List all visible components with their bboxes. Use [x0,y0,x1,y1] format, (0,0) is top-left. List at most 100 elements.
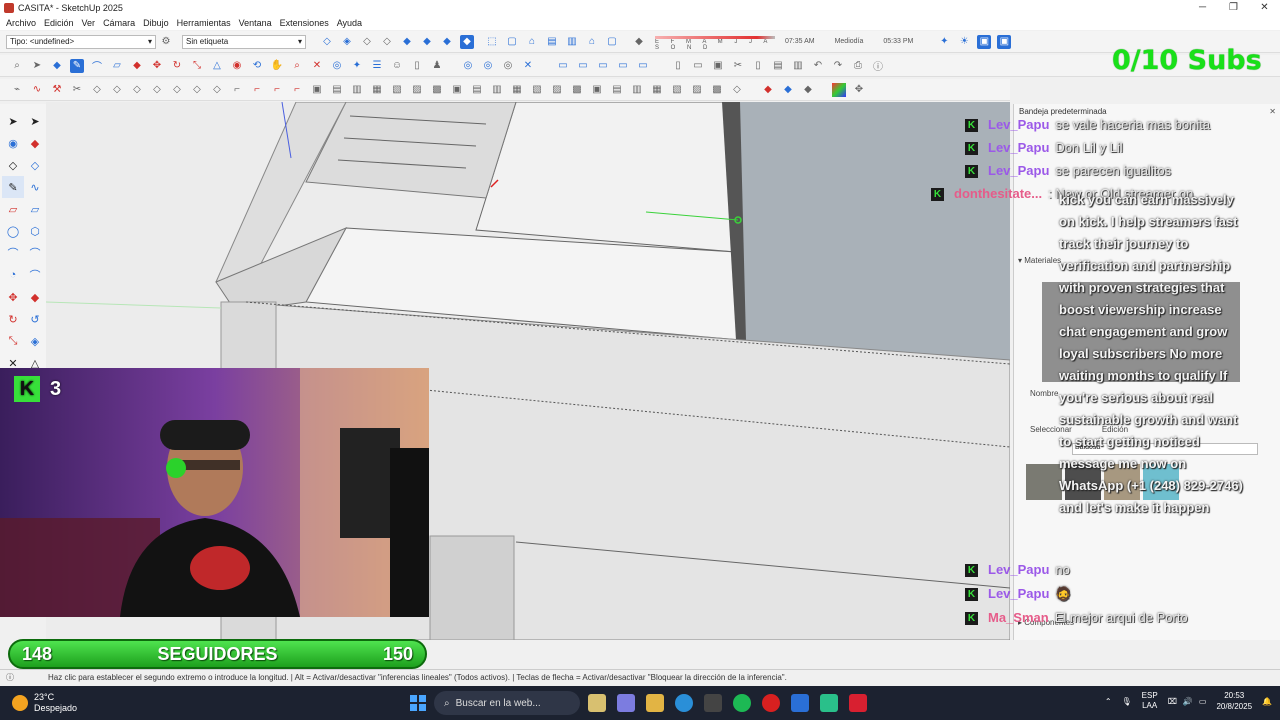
type-select[interactable]: Tipo: <undefined> ▾ [6,34,156,49]
select-icon[interactable]: ➤ [30,59,44,73]
rotated-rect-tool-icon[interactable]: ▱ [24,198,46,220]
volume-icon[interactable]: 🔊 [1183,697,1193,706]
rectangle-tool-icon[interactable]: ▱ [2,198,24,220]
copy4-icon[interactable]: ▭ [616,59,630,73]
chat-app-icon[interactable] [820,694,838,712]
warehouse-icon[interactable]: ◎ [330,59,344,73]
paint-tool-icon[interactable]: ◉ [2,132,24,154]
adobe-icon[interactable] [849,694,867,712]
offset-tool-icon[interactable]: ◈ [24,330,46,352]
folder-icon[interactable] [646,694,664,712]
save-icon[interactable]: ▣ [711,59,725,73]
gear-icon[interactable]: ✦ [937,35,951,49]
swatch-1[interactable] [1026,464,1062,500]
sketchup-icon[interactable] [791,694,809,712]
arc3-tool-icon[interactable]: ⌒ [24,264,46,286]
maximize-icon[interactable]: ❐ [1218,0,1249,15]
shaded-textures-icon[interactable]: ◆ [420,35,434,49]
entity-info-icon[interactable]: ⚙ [159,35,173,49]
rotate-tool-icon[interactable]: ↻ [2,308,24,330]
tool-21-icon[interactable]: ▨ [410,83,424,97]
color-palette-icon[interactable] [832,82,846,97]
paste-icon[interactable]: ▤ [771,59,785,73]
left-view-icon[interactable]: ⌂ [585,35,599,49]
new-file-icon[interactable]: ▯ [410,59,424,73]
polygon-tool-icon[interactable]: ⬡ [24,220,46,242]
style-selected-icon[interactable]: ◆ [460,34,474,49]
arc-icon[interactable]: ⌒ [90,59,104,73]
ruby-red-icon[interactable]: ◆ [761,83,775,97]
menu-ver[interactable]: Ver [82,18,96,28]
menu-dibujo[interactable]: Dibujo [143,18,169,28]
notification-icon[interactable]: 🔔 [1262,697,1272,706]
rotate-icon[interactable]: ↻ [170,59,184,73]
pushpull-tool-icon[interactable]: ◆ [24,286,46,308]
circle-tool-icon[interactable]: ◯ [2,220,24,242]
tool-10-icon[interactable]: ◇ [190,83,204,97]
arc-tool-icon[interactable]: ⌒ [2,242,24,264]
tool-19-icon[interactable]: ▦ [370,83,384,97]
tool-12-icon[interactable]: ⌐ [230,83,244,97]
shadow-month-slider[interactable]: E F M A M J J A S O N D [655,32,775,52]
user-icon[interactable]: ☺ [390,59,404,73]
curve-tool-icon[interactable]: ∿ [30,83,44,97]
menu-extensiones[interactable]: Extensiones [280,18,329,28]
tool-8-icon[interactable]: ◇ [150,83,164,97]
tool-15-icon[interactable]: ⌐ [290,83,304,97]
outliner-icon[interactable]: ☰ [370,59,384,73]
tag-select[interactable]: Sin etiqueta ▾ [182,34,306,49]
tool-16-icon[interactable]: ▣ [310,83,324,97]
sun-icon[interactable]: ☀ [957,35,971,49]
cut-icon[interactable]: ✂ [731,59,745,73]
tool-24-icon[interactable]: ▤ [470,83,484,97]
back-edges-icon[interactable]: ◈ [340,35,354,49]
shaded-icon[interactable]: ◆ [400,35,414,49]
tool-29-icon[interactable]: ▩ [570,83,584,97]
tool-26-icon[interactable]: ▦ [510,83,524,97]
weather-widget[interactable]: 23°C Despejado [12,692,77,714]
redo-icon[interactable]: ↷ [831,59,845,73]
solid-trim-icon[interactable]: ✕ [521,59,535,73]
tool-7-icon[interactable]: ◇ [130,83,144,97]
top-view-icon[interactable]: ▢ [505,35,519,49]
bucket-tool-icon[interactable]: ◇ [2,154,24,176]
tool-4-icon[interactable]: ✂ [70,83,84,97]
tool-22-icon[interactable]: ▩ [430,83,444,97]
xray-icon[interactable]: ◇ [320,35,334,49]
ruby-blue-icon[interactable]: ◆ [781,83,795,97]
rubber-tool-icon[interactable]: ◇ [24,154,46,176]
extension-b-icon[interactable]: ▣ [997,34,1012,49]
copy-file-icon[interactable]: ▯ [751,59,765,73]
rectangle-icon[interactable]: ▱ [110,59,124,73]
pencil-icon[interactable]: ✎ [70,58,84,73]
edge-icon[interactable] [675,694,693,712]
menu-herramientas[interactable]: Herramientas [177,18,231,28]
tool-34-icon[interactable]: ▧ [670,83,684,97]
network-icon[interactable]: ⌧ [1168,697,1177,706]
copy5-icon[interactable]: ▭ [636,59,650,73]
file-explorer-icon[interactable] [588,694,606,712]
monochrome-icon[interactable]: ◆ [440,35,454,49]
move-icon[interactable]: ✥ [150,59,164,73]
print-icon[interactable]: ⎙ [851,59,865,73]
pencil-tool-icon[interactable]: ✎ [2,176,24,198]
undo-icon[interactable]: ↶ [811,59,825,73]
tool-20-icon[interactable]: ▧ [390,83,404,97]
tool-30-icon[interactable]: ▣ [590,83,604,97]
delete-icon[interactable]: ▥ [791,59,805,73]
shadows-icon[interactable]: ◆ [632,35,646,49]
paint-bucket-icon[interactable]: ◉ [230,59,244,73]
right-view-icon[interactable]: ▤ [545,35,559,49]
bottom-view-icon[interactable]: ▢ [605,35,619,49]
tool-14-icon[interactable]: ⌐ [270,83,284,97]
scale-icon[interactable]: ⤡ [190,59,204,73]
front-view-icon[interactable]: ⌂ [525,35,539,49]
info-icon[interactable]: ⓘ [6,672,14,683]
scale-tool-icon[interactable]: ⤡ [2,330,24,352]
tool-13-icon[interactable]: ⌐ [250,83,264,97]
minimize-icon[interactable]: ─ [1187,0,1218,15]
tool-9-icon[interactable]: ◇ [170,83,184,97]
pan-icon[interactable]: ✋ [270,59,284,73]
tape-measure-icon[interactable]: △ [210,59,224,73]
clock[interactable]: 20:53 20/8/2025 [1216,690,1252,712]
